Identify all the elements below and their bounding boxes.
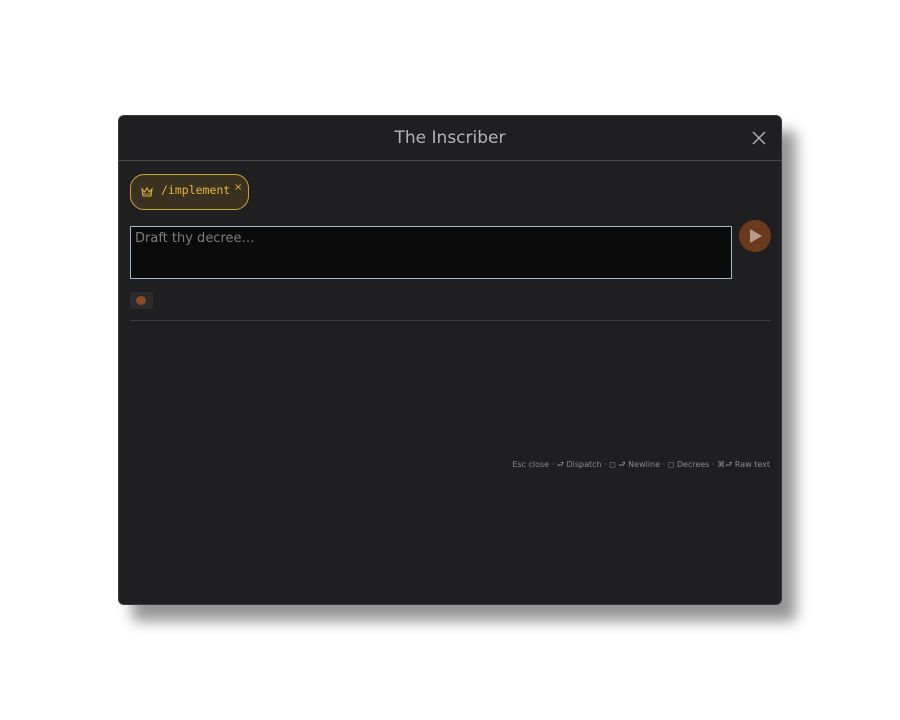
dialog-title: The Inscriber	[394, 128, 506, 148]
close-icon	[752, 131, 766, 145]
attach-icon	[136, 296, 146, 305]
decree-input[interactable]	[130, 226, 732, 279]
crown-icon	[141, 187, 153, 197]
close-button[interactable]	[751, 130, 767, 146]
dialog-titlebar: The Inscriber	[119, 116, 781, 161]
command-chip-remove-button[interactable]: ×	[234, 182, 242, 193]
play-triangle-icon	[750, 229, 762, 243]
command-chip-label: /implement	[161, 183, 231, 197]
dispatch-button[interactable]	[739, 220, 771, 252]
divider	[130, 320, 771, 321]
attach-button[interactable]	[130, 292, 153, 309]
command-chip[interactable]: /implement ×	[130, 174, 249, 210]
keyboard-hints: Esc close · ⮐ Dispatch · ◻ ⮐ Newline · ◻…	[512, 460, 770, 469]
inscriber-dialog: The Inscriber /implement × Esc close · ⮐…	[118, 115, 782, 605]
